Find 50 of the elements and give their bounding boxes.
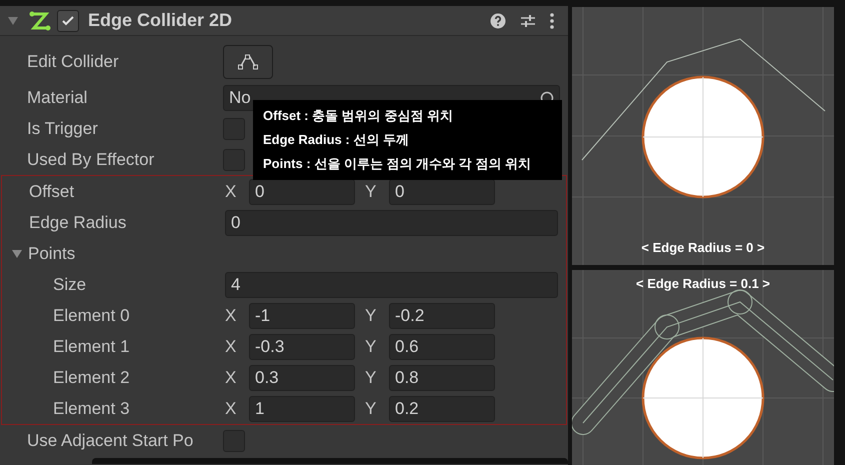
component-title: Edge Collider 2D <box>88 9 232 32</box>
tooltip-line: Edge Radius : 선의 두께 <box>263 131 410 150</box>
settings-sliders-icon[interactable] <box>520 12 536 28</box>
field-label: Use Adjacent Start Po <box>26 430 194 452</box>
help-icon[interactable] <box>490 12 506 28</box>
number-field[interactable]: 0 <box>225 210 558 236</box>
number-field[interactable]: 0 <box>249 178 355 204</box>
field-label: Element 0 <box>52 304 130 327</box>
edge-collider-icon <box>29 10 51 30</box>
check-icon <box>61 14 75 28</box>
number-field[interactable]: 0.3 <box>249 364 355 390</box>
number-field[interactable]: 0 <box>389 178 495 204</box>
field-label: Is Trigger <box>26 118 98 140</box>
field-label: Edge Radius <box>28 212 126 234</box>
field-label: Element 3 <box>52 398 130 420</box>
field-label: Points <box>28 242 76 265</box>
axis-label: X <box>225 336 238 358</box>
axis-label: Y <box>365 304 378 327</box>
number-field[interactable]: 0.2 <box>389 396 495 422</box>
axis-label: Y <box>365 366 378 389</box>
checkbox[interactable] <box>57 10 79 32</box>
number-field[interactable]: 4 <box>225 272 558 298</box>
axis-label: Y <box>365 180 378 203</box>
edit-collider-button[interactable] <box>223 45 273 79</box>
axis-label: X <box>225 366 238 389</box>
axis-label: X <box>225 304 238 327</box>
foldout-icon[interactable] <box>7 16 19 26</box>
field-label: Used By Effector <box>26 148 154 171</box>
axis-label: Y <box>365 398 378 420</box>
field-label: Size <box>52 274 86 296</box>
number-field[interactable]: 1 <box>249 396 355 422</box>
number-field[interactable]: -1 <box>249 302 355 328</box>
field-label: Offset <box>28 180 74 203</box>
field-label: Edit Collider <box>26 51 119 74</box>
field-label: Element 1 <box>52 336 130 358</box>
field-label: Material <box>26 86 88 109</box>
axis-label: X <box>225 180 238 203</box>
field-label: Element 2 <box>52 366 130 389</box>
foldout-icon[interactable] <box>11 248 23 258</box>
polyline-icon <box>237 53 259 71</box>
more-menu-icon[interactable] <box>550 12 554 28</box>
tooltip-line: Points : 선을 이루는 점의 개수와 각 점의 위치 <box>263 155 532 174</box>
axis-label: Y <box>365 336 378 358</box>
number-field[interactable]: 0.6 <box>389 334 495 360</box>
number-field[interactable]: -0.2 <box>389 302 495 328</box>
scene-caption: < Edge Radius = 0.1 > <box>636 275 770 293</box>
scene-caption: < Edge Radius = 0 > <box>641 238 765 257</box>
axis-label: X <box>225 398 238 420</box>
number-field[interactable]: -0.3 <box>249 334 355 360</box>
number-field[interactable]: 0.8 <box>389 364 495 390</box>
